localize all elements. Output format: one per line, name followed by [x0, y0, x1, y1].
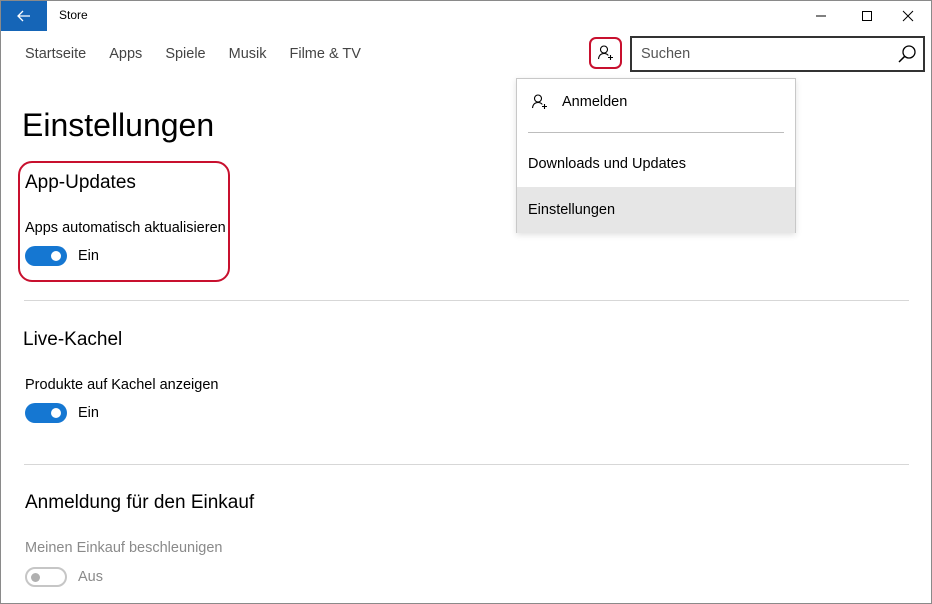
menu-item-label: Anmelden [562, 94, 628, 110]
section-heading-purchase-signin: Anmeldung für den Einkauf [25, 492, 255, 513]
setting-label-live-tile: Produkte auf Kachel anzeigen [25, 377, 219, 393]
nav-item-musik[interactable]: Musik [229, 46, 267, 62]
section-divider [24, 464, 909, 465]
menu-item-anmelden[interactable]: Anmelden [517, 79, 795, 125]
window-title: Store [59, 8, 88, 22]
section-divider [24, 300, 909, 301]
top-navigation: Startseite Apps Spiele Musik Filme & TV [25, 46, 384, 62]
live-tile-toggle[interactable] [25, 403, 67, 423]
account-button[interactable] [589, 37, 622, 69]
nav-item-apps[interactable]: Apps [109, 46, 142, 62]
page-title: Einstellungen [22, 107, 215, 143]
setting-label-speed-up-purchase: Meinen Einkauf beschleunigen [25, 540, 223, 556]
menu-item-label: Downloads und Updates [528, 156, 686, 172]
speed-up-purchase-toggle [25, 567, 67, 587]
setting-label-auto-update: Apps automatisch aktualisieren [25, 220, 226, 236]
menu-item-label: Einstellungen [528, 202, 616, 218]
menu-item-einstellungen[interactable]: Einstellungen [517, 187, 795, 233]
toggle-knob [51, 408, 61, 418]
store-window: Store Startseite Apps Spiele Musik Filme… [0, 0, 932, 604]
nav-item-spiele[interactable]: Spiele [165, 46, 205, 62]
close-icon [902, 10, 914, 22]
nav-item-startseite[interactable]: Startseite [25, 46, 86, 62]
account-menu: Anmelden Downloads und Updates Einstellu… [516, 78, 796, 233]
toggle-knob [31, 573, 40, 582]
section-heading-app-updates: App-Updates [25, 172, 136, 193]
person-add-icon [597, 45, 613, 60]
toggle-knob [51, 251, 61, 261]
menu-item-downloads-updates[interactable]: Downloads und Updates [517, 141, 795, 187]
minimize-button[interactable] [798, 1, 844, 31]
nav-item-filme-tv[interactable]: Filme & TV [290, 46, 361, 62]
maximize-button[interactable] [844, 1, 890, 31]
title-bar: Store [1, 1, 931, 31]
search-icon[interactable] [897, 44, 917, 64]
toggle-state-text: Ein [78, 248, 99, 264]
section-heading-live-kachel: Live-Kachel [23, 329, 123, 350]
toggle-state-text: Aus [78, 569, 103, 585]
person-add-icon [531, 94, 547, 109]
search-box[interactable]: Suchen [630, 36, 925, 72]
minimize-icon [816, 15, 826, 17]
maximize-icon [862, 11, 872, 21]
close-button[interactable] [885, 1, 931, 31]
back-button[interactable] [1, 1, 47, 31]
auto-update-toggle[interactable] [25, 246, 67, 266]
menu-separator [528, 132, 784, 133]
search-input[interactable]: Suchen [641, 46, 690, 62]
toggle-state-text: Ein [78, 405, 99, 421]
back-arrow-icon [17, 10, 30, 22]
